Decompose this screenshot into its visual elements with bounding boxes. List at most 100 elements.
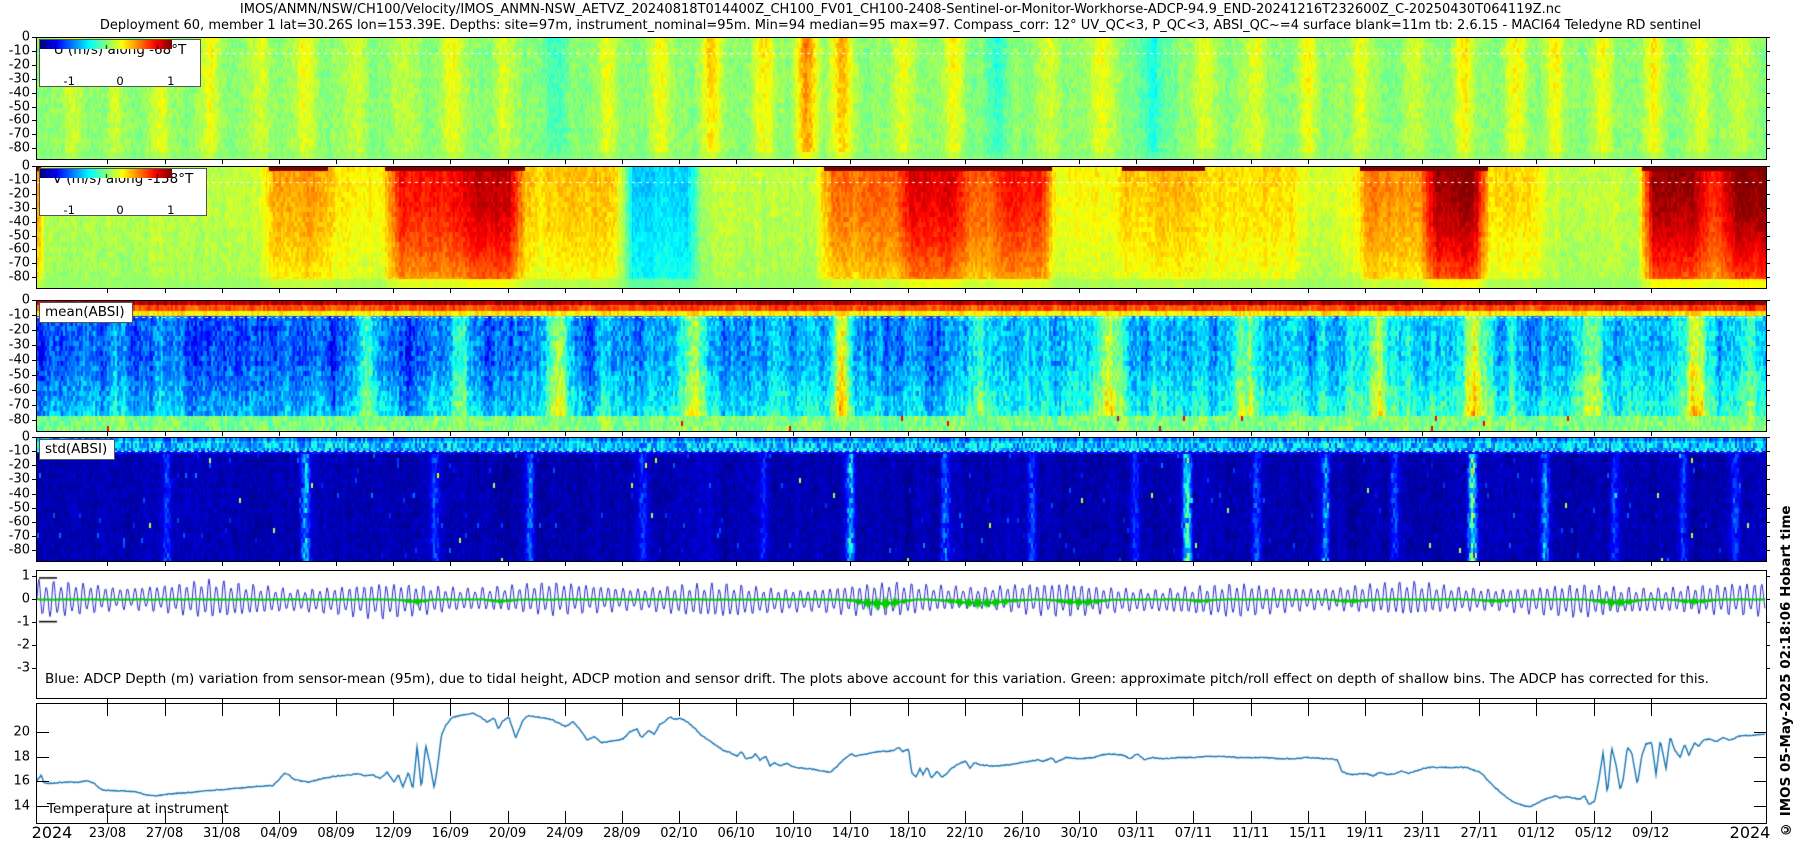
- y-tick: [1766, 494, 1770, 495]
- x-tick: [1079, 160, 1080, 164]
- depth-tick-label: 0: [0, 159, 30, 174]
- x-tick: [622, 160, 623, 164]
- y-tick: [32, 345, 36, 346]
- x-tick: [222, 432, 223, 436]
- x-tick: [1594, 289, 1595, 293]
- depth-tick-label: -10: [0, 307, 30, 322]
- y-tick: [1766, 536, 1770, 537]
- depth-tick-label: -60: [0, 382, 30, 397]
- x-tick: [1136, 704, 1137, 716]
- depth-tick-label: -70: [0, 127, 30, 142]
- x-tick: [1422, 699, 1423, 703]
- x-tick: [1536, 811, 1537, 823]
- y-tick: [1766, 134, 1770, 135]
- x-tick: [850, 699, 851, 703]
- depthvar-tick-label: -3: [0, 660, 30, 675]
- y-tick: [32, 134, 36, 135]
- y-tick: [1766, 479, 1770, 480]
- depth-tick-label: -60: [0, 514, 30, 529]
- y-tick: [32, 93, 36, 94]
- y-tick: [32, 208, 36, 209]
- x-tick: [1308, 160, 1309, 164]
- x-tick: [565, 432, 566, 436]
- x-tick: [1651, 704, 1652, 716]
- x-tick: [793, 160, 794, 164]
- y-tick: [32, 79, 36, 80]
- x-tick: [793, 699, 794, 703]
- x-tick: [1479, 699, 1480, 703]
- x-tick: [622, 704, 623, 716]
- y-tick: [32, 405, 36, 406]
- x-tick: [393, 811, 394, 823]
- figure-title-line1: IMOS/ANMN/NSW/CH100/Velocity/IMOS_ANMN-N…: [36, 2, 1765, 17]
- x-tick: [965, 699, 966, 703]
- x-tick: [222, 160, 223, 164]
- temperature-label: Temperature at instrument: [47, 801, 229, 817]
- y-tick: [32, 263, 36, 264]
- x-tick: [165, 160, 166, 164]
- x-tick: [508, 432, 509, 436]
- x-tick: [336, 160, 337, 164]
- x-tick: [508, 289, 509, 293]
- x-date-label: 28/09: [603, 826, 640, 841]
- x-tick: [279, 289, 280, 293]
- x-tick: [393, 704, 394, 716]
- x-date-label: 07/11: [1175, 826, 1212, 841]
- x-tick: [736, 699, 737, 703]
- x-date-label: 30/10: [1060, 826, 1097, 841]
- x-tick: [1308, 562, 1309, 566]
- y-tick: [32, 37, 36, 38]
- x-tick: [1251, 704, 1252, 716]
- x-tick: [1536, 289, 1537, 293]
- x-tick: [1193, 562, 1194, 566]
- y-tick: [1766, 508, 1770, 509]
- depth-tick-label: -70: [0, 256, 30, 271]
- x-tick: [165, 562, 166, 566]
- x-tick: [165, 432, 166, 436]
- x-tick: [679, 160, 680, 164]
- y-tick: [1766, 249, 1770, 250]
- x-tick: [908, 160, 909, 164]
- x-tick: [1651, 811, 1652, 823]
- y-tick: [1766, 622, 1770, 623]
- y-tick: [1766, 166, 1770, 167]
- y-tick: [32, 622, 36, 623]
- depthvar-tick-label: 0: [0, 591, 30, 606]
- std-absi-label-text: std(ABSI): [45, 441, 107, 457]
- y-tick: [32, 180, 36, 181]
- x-tick: [736, 289, 737, 293]
- x-date-label: 03/11: [1118, 826, 1155, 841]
- x-date-label: 08/09: [317, 826, 354, 841]
- x-tick: [165, 699, 166, 703]
- x-tick: [1251, 432, 1252, 436]
- y-tick: [1766, 79, 1770, 80]
- x-date-label: 23/11: [1403, 826, 1440, 841]
- x-tick: [1365, 289, 1366, 293]
- panel-depth-variation: Blue: ADCP Depth (m) variation from sens…: [36, 570, 1767, 699]
- y-tick: [1766, 645, 1770, 646]
- x-tick: [1479, 562, 1480, 566]
- x-tick: [1022, 160, 1023, 164]
- v-velocity-heatmap: [37, 167, 1766, 288]
- x-tick: [1079, 704, 1080, 716]
- x-tick: [679, 432, 680, 436]
- depth-tick-label: -30: [0, 71, 30, 86]
- y-tick: [1766, 148, 1770, 149]
- depth-tick-label: -60: [0, 113, 30, 128]
- x-tick: [1022, 432, 1023, 436]
- x-date-label: 04/09: [260, 826, 297, 841]
- depth-tick-label: 0: [0, 293, 30, 308]
- y-tick: [1766, 522, 1770, 523]
- x-date-label: 01/12: [1518, 826, 1555, 841]
- x-tick: [1193, 160, 1194, 164]
- x-tick: [1536, 160, 1537, 164]
- x-tick: [1479, 289, 1480, 293]
- x-tick: [1079, 699, 1080, 703]
- depth-tick-label: -10: [0, 444, 30, 459]
- x-tick: [450, 704, 451, 716]
- x-tick: [736, 160, 737, 164]
- y-tick: [32, 249, 36, 250]
- x-date-label: 11/11: [1232, 826, 1269, 841]
- y-tick: [32, 300, 36, 301]
- y-tick: [37, 757, 49, 758]
